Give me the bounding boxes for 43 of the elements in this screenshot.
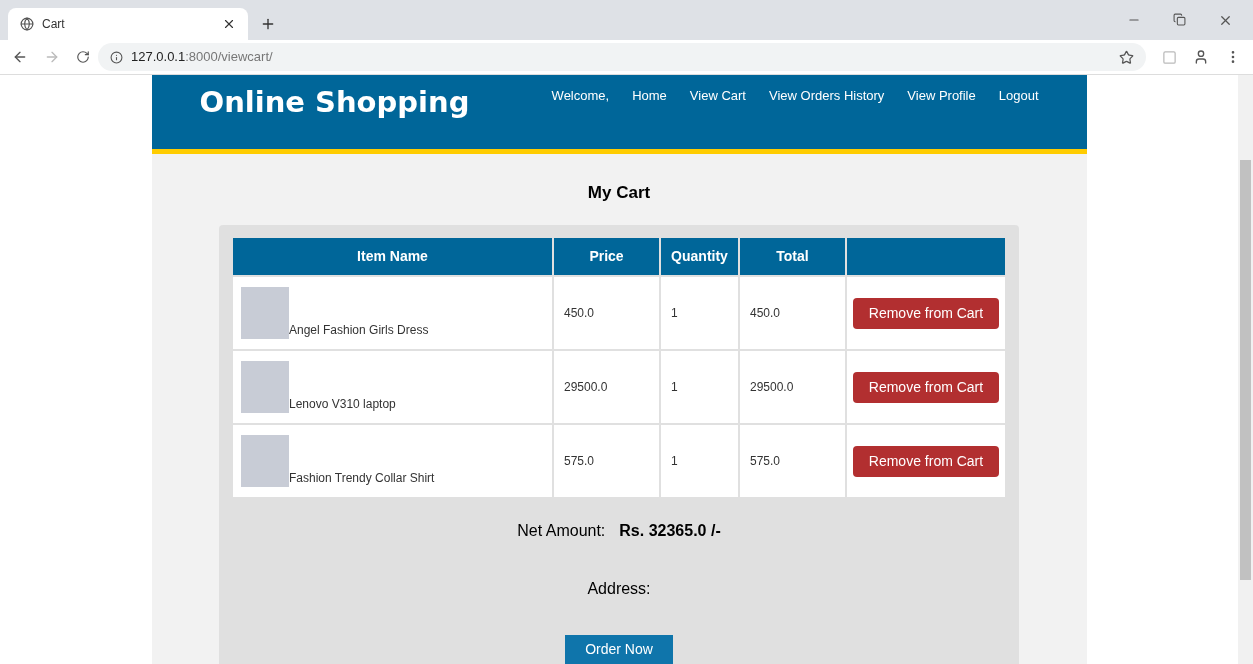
product-photo — [241, 287, 289, 339]
net-amount-value: Rs. 32365.0 /- — [619, 521, 721, 541]
reload-icon[interactable] — [76, 50, 90, 64]
scrollbar[interactable] — [1238, 75, 1253, 664]
nav-link[interactable]: View Cart — [689, 86, 746, 106]
nav-link[interactable]: View Orders History — [769, 86, 885, 106]
tab-title: Cart — [42, 16, 66, 33]
quantity-cell: 1 — [660, 424, 739, 498]
column-header: Price — [553, 237, 660, 276]
info-icon — [110, 50, 123, 64]
product-name: Angel Fashion Girls Dress — [289, 322, 429, 339]
browser-tab[interactable]: Cart — [8, 8, 248, 40]
column-header: Item Name — [232, 237, 553, 276]
close-icon[interactable] — [222, 17, 236, 31]
nav-link[interactable]: Logout — [998, 86, 1039, 106]
nav-link[interactable]: View Profile — [907, 86, 976, 106]
product-photo — [241, 435, 289, 487]
remove-from-cart-button[interactable]: Remove from Cart — [852, 297, 1000, 329]
bookmark-star-icon[interactable] — [1119, 49, 1134, 65]
globe-icon — [20, 17, 34, 31]
product-photo — [241, 361, 289, 413]
close-window-icon[interactable] — [1218, 13, 1233, 28]
order-now-button[interactable]: Order Now — [565, 635, 673, 664]
column-header: Quantity — [660, 237, 739, 276]
new-tab-icon[interactable] — [260, 16, 276, 32]
price-cell: 575.0 — [553, 424, 660, 498]
url-text: 127.0.0.1:8000/viewcart/ — [131, 48, 273, 67]
column-header: Total — [739, 237, 846, 276]
nav-link[interactable]: Home — [632, 86, 667, 106]
address-bar[interactable]: 127.0.0.1:8000/viewcart/ — [98, 43, 1146, 71]
page-title: My Cart — [587, 181, 651, 204]
total-cell: 575.0 — [739, 424, 846, 498]
remove-from-cart-button[interactable]: Remove from Cart — [852, 445, 1000, 477]
product-name: Fashion Trendy Collar Shirt — [289, 470, 435, 487]
remove-from-cart-button[interactable]: Remove from Cart — [852, 371, 1000, 403]
product-name: Lenovo V310 laptop — [289, 396, 396, 413]
brand-logo-text: Online Shopping — [199, 84, 470, 121]
welcome-text: Welcome, — [551, 87, 610, 105]
back-icon[interactable] — [12, 49, 28, 65]
address-label: Address: — [587, 579, 651, 599]
profile-icon[interactable] — [1193, 49, 1209, 65]
net-amount-label: Net Amount: — [517, 521, 606, 541]
restore-icon[interactable] — [1173, 13, 1186, 26]
